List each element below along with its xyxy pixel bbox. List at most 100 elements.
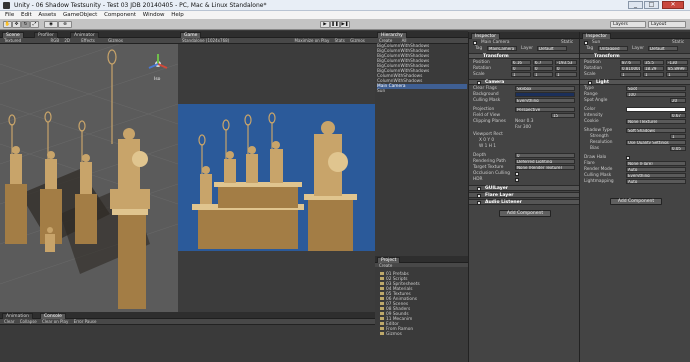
gizmos-dropdown[interactable]: Gizmos <box>108 38 123 43</box>
culling-mask-dropdown[interactable]: Everything <box>515 98 575 103</box>
clear-flags-dropdown[interactable]: Skybox <box>515 86 575 91</box>
light-type-dropdown[interactable]: Spot <box>626 86 686 91</box>
static-toggle[interactable]: Static <box>672 40 684 45</box>
position-y[interactable]: 35.5 <box>643 60 664 65</box>
rotation-z[interactable]: 85.8999 <box>666 66 688 71</box>
pause-button[interactable]: ❚❚ <box>330 21 340 28</box>
shading-mode-dropdown[interactable]: Textured <box>4 38 21 43</box>
occlusion-culling-checkbox[interactable] <box>515 172 519 176</box>
target-texture-field[interactable]: None (Render Texture) <box>515 165 575 170</box>
object-name-field[interactable]: Sun <box>592 40 600 45</box>
scale-z[interactable]: 1 <box>666 72 688 77</box>
flare-layer-header[interactable]: Flare Layer <box>469 192 579 198</box>
rotation-x[interactable]: 0.810001 <box>620 66 641 71</box>
rotate-tool-button[interactable]: ↻ <box>21 21 30 28</box>
play-button[interactable]: ▶ <box>320 21 330 28</box>
layer-dropdown[interactable]: Default <box>537 46 567 51</box>
active-checkbox[interactable] <box>473 41 477 45</box>
audio-listener-header[interactable]: Audio Listener <box>469 199 579 205</box>
cookie-field[interactable]: None (Texture) <box>626 119 686 124</box>
maximize-button[interactable]: □ <box>644 1 659 9</box>
render-mode-dropdown[interactable]: Auto <box>626 167 686 172</box>
lightmapping-dropdown[interactable]: Auto <box>626 179 686 184</box>
render-mode-dropdown[interactable]: RGB <box>50 38 59 43</box>
rotation-x[interactable]: 0 <box>511 66 531 71</box>
resolution-dropdown[interactable]: Standalone (1024x768) <box>182 38 229 43</box>
pivot-toggle-button[interactable]: ◉ <box>44 21 58 28</box>
position-z[interactable]: -193.53 <box>555 60 577 65</box>
active-checkbox[interactable] <box>584 41 588 45</box>
scale-tool-button[interactable]: ⤢ <box>30 21 39 28</box>
flare-field[interactable]: None (Flare) <box>626 161 686 166</box>
viewport-xy-fields[interactable]: X 0 Y 0 <box>479 138 494 143</box>
depth-field[interactable]: 0 <box>515 153 575 158</box>
transform-header[interactable]: Transform <box>580 53 690 59</box>
hierarchy-search-input[interactable]: All <box>402 38 407 43</box>
game-view[interactable] <box>178 104 375 251</box>
light-enabled-checkbox[interactable] <box>588 81 592 85</box>
step-button[interactable]: ▶❚ <box>340 21 350 28</box>
close-button[interactable]: ✕ <box>662 1 684 9</box>
spot-angle-slider[interactable]: 20 <box>670 98 686 103</box>
hierarchy-item[interactable]: Sun <box>377 89 467 94</box>
camera-header[interactable]: Camera <box>469 79 579 85</box>
position-x[interactable]: 6.16 <box>511 60 531 65</box>
menu-component[interactable]: Component <box>104 11 136 19</box>
folder-item[interactable]: Gizmos <box>380 332 402 337</box>
collapse-toggle[interactable]: Collapse <box>20 319 37 324</box>
rotation-z[interactable]: 0 <box>555 66 577 71</box>
scale-x[interactable]: 1 <box>620 72 641 77</box>
minimize-button[interactable]: _ <box>628 1 643 9</box>
error-pause-toggle[interactable]: Error Pause <box>74 319 97 324</box>
range-field[interactable]: 100 <box>626 92 686 97</box>
scale-y[interactable]: 1 <box>643 72 664 77</box>
clear-button[interactable]: Clear <box>4 319 14 324</box>
2d-toggle[interactable]: 2D <box>64 38 70 43</box>
scene-view[interactable]: Iso <box>0 44 178 312</box>
camera-enabled-checkbox[interactable] <box>477 81 481 85</box>
flare-layer-checkbox[interactable] <box>477 194 481 198</box>
menu-help[interactable]: Help <box>171 11 184 19</box>
hand-tool-button[interactable]: ✋ <box>3 21 12 28</box>
menu-edit[interactable]: Edit <box>21 11 32 19</box>
game-gizmos-dropdown[interactable]: Gizmos <box>350 38 365 43</box>
static-toggle[interactable]: Static <box>561 40 573 45</box>
background-color-field[interactable] <box>515 92 575 97</box>
intensity-slider[interactable]: 0.67 <box>670 113 686 118</box>
guilayer-header[interactable]: GUILayer <box>469 185 579 191</box>
projection-dropdown[interactable]: Perspective <box>515 107 575 112</box>
transform-header[interactable]: Transform <box>469 53 579 59</box>
menu-gameobject[interactable]: GameObject <box>63 11 97 19</box>
fov-slider[interactable]: 15 <box>551 113 575 118</box>
add-component-button[interactable]: Add Component <box>499 210 551 217</box>
position-x[interactable]: 87.6 <box>620 60 641 65</box>
move-tool-button[interactable]: ✥ <box>12 21 21 28</box>
light-header[interactable]: Light <box>580 79 690 85</box>
scale-z[interactable]: 1 <box>555 72 577 77</box>
scene-projection-label[interactable]: Iso <box>154 77 160 82</box>
effects-dropdown[interactable]: Effects <box>81 38 95 43</box>
add-component-button[interactable]: Add Component <box>610 198 662 205</box>
shadow-resolution-dropdown[interactable]: Use Quality Settings <box>626 140 686 145</box>
shadow-type-dropdown[interactable]: Soft Shadows <box>626 128 686 133</box>
tab-inspector[interactable]: Inspector <box>471 33 500 39</box>
hierarchy-create-button[interactable]: Create <box>379 38 392 43</box>
shadow-strength-slider[interactable]: 1 <box>670 134 686 139</box>
shadow-bias-slider[interactable]: 0.05 <box>670 146 686 151</box>
light-culling-mask-dropdown[interactable]: Everything <box>626 173 686 178</box>
position-z[interactable]: -130 <box>666 60 688 65</box>
menu-window[interactable]: Window <box>143 11 165 19</box>
guilayer-checkbox[interactable] <box>477 187 481 191</box>
rendering-path-dropdown[interactable]: Deferred Lighting <box>515 159 575 164</box>
draw-halo-checkbox[interactable] <box>626 156 630 160</box>
layer-dropdown[interactable]: Default <box>648 46 678 51</box>
global-toggle-button[interactable]: ⊕ <box>58 21 72 28</box>
maximize-on-play-toggle[interactable]: Maximize on Play <box>295 38 330 43</box>
object-name-field[interactable]: Main Camera <box>481 40 510 45</box>
clear-on-play-toggle[interactable]: Clear on Play <box>42 319 68 324</box>
position-y[interactable]: 6.7 <box>533 60 553 65</box>
hdr-checkbox[interactable] <box>515 178 519 182</box>
audio-listener-checkbox[interactable] <box>477 201 481 205</box>
rotation-y[interactable]: 0 <box>533 66 553 71</box>
near-clip-field[interactable]: Near 0.3 <box>515 119 533 124</box>
